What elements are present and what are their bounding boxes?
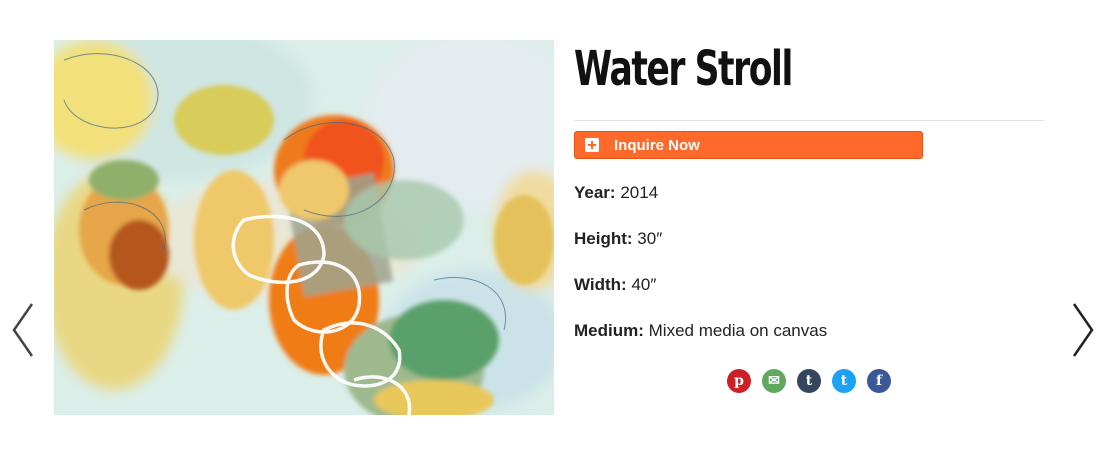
inquire-now-button[interactable]: Inquire Now [574, 131, 923, 159]
chevron-right-icon [1072, 303, 1094, 357]
artwork-details: Water Stroll Inquire Now Year: 2014 Heig… [574, 40, 1044, 341]
artwork-image[interactable] [54, 40, 554, 415]
width-row: Width: 40″ [574, 275, 1044, 295]
painting-graphic [54, 40, 554, 415]
height-value: 30″ [637, 229, 663, 248]
width-label: Width: [574, 275, 627, 294]
height-label: Height: [574, 229, 633, 248]
height-row: Height: 30″ [574, 229, 1044, 249]
next-artwork-arrow[interactable] [1068, 300, 1098, 360]
year-label: Year: [574, 183, 616, 202]
inquire-now-label: Inquire Now [614, 136, 700, 154]
facebook-icon[interactable]: f [867, 369, 891, 393]
medium-row: Medium: Mixed media on canvas [574, 321, 1044, 341]
title-divider [574, 120, 1044, 121]
chevron-left-icon [12, 303, 34, 357]
share-bar: p ✉ t t f [727, 369, 891, 393]
artwork-title: Water Stroll [574, 41, 793, 97]
email-icon[interactable]: ✉ [762, 369, 786, 393]
year-value: 2014 [620, 183, 659, 202]
plus-icon [585, 138, 599, 152]
medium-value: Mixed media on canvas [648, 321, 828, 340]
pinterest-icon[interactable]: p [727, 369, 751, 393]
twitter-icon[interactable]: t [832, 369, 856, 393]
year-row: Year: 2014 [574, 183, 1044, 203]
previous-artwork-arrow[interactable] [8, 300, 38, 360]
width-value: 40″ [631, 275, 657, 294]
medium-label: Medium: [574, 321, 644, 340]
tumblr-icon[interactable]: t [797, 369, 821, 393]
